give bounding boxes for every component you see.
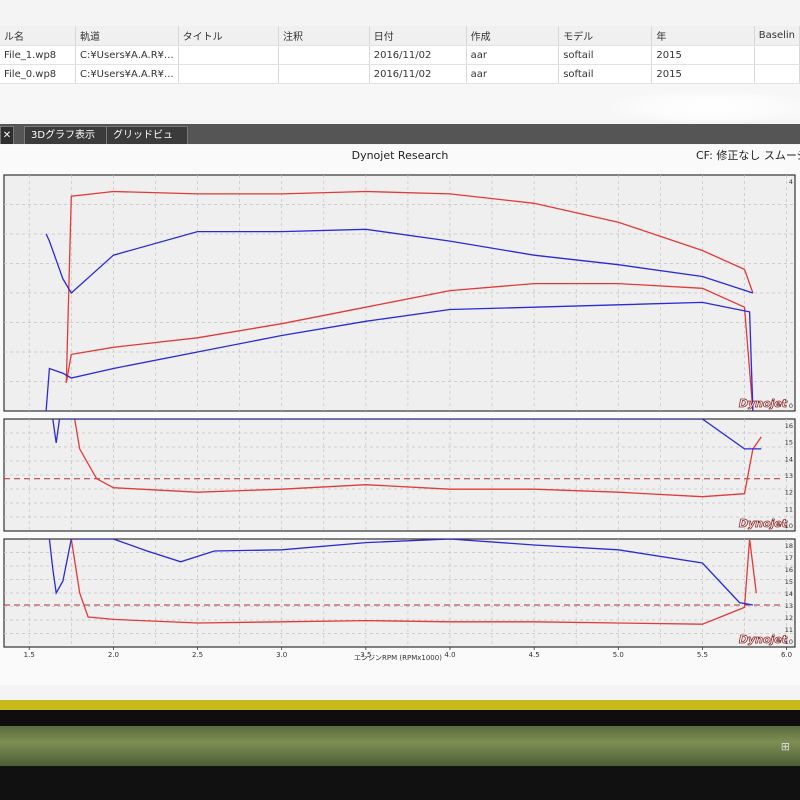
cell-date: 2016/11/02 xyxy=(369,45,467,65)
y-tick-label: 14 xyxy=(785,455,793,463)
cell-model: softail xyxy=(558,45,653,65)
x-tick-label: 5.5 xyxy=(697,651,708,659)
y-tick-label: 12 xyxy=(785,489,793,497)
dynojet-logo: Dynojet xyxy=(739,633,788,646)
cell-filename: File_0.wp8 xyxy=(0,64,76,84)
x-tick-label: 1.5 xyxy=(24,651,35,659)
monitor-bezel xyxy=(0,766,800,800)
cell-created-by: aar xyxy=(466,64,560,84)
cell-baseline xyxy=(754,64,800,84)
x-tick-label: 2.5 xyxy=(192,651,203,659)
y-tick-label: 14 xyxy=(785,590,793,598)
cell-year: 2015 xyxy=(651,64,755,84)
column-note[interactable]: 注釈 xyxy=(278,26,370,46)
cell-path: C:¥Users¥A.A.R¥... xyxy=(75,45,179,65)
y-tick-label: 0 xyxy=(789,402,793,410)
afr-chart-2: 181716151413121110Dynojet xyxy=(3,538,796,648)
column-year[interactable]: 年 xyxy=(651,26,755,46)
y-tick-label: 13 xyxy=(785,472,793,480)
y-tick-label: 13 xyxy=(785,602,793,610)
column-baseline[interactable]: Baselin xyxy=(754,26,800,46)
cell-created-by: aar xyxy=(466,45,560,65)
cell-baseline xyxy=(754,45,800,65)
tab-grid-view[interactable]: グリッドビュー xyxy=(106,126,188,158)
y-tick-label: 11 xyxy=(785,505,793,513)
cell-year: 2015 xyxy=(651,45,755,65)
y-tick-label: 15 xyxy=(785,439,793,447)
column-path[interactable]: 軌道 xyxy=(75,26,179,46)
cell-path: C:¥Users¥A.A.R¥... xyxy=(75,64,179,84)
dyno-charts[interactable]: 40Dynojet 16151413121110Dynojet 18171615… xyxy=(0,145,800,685)
y-tick-label: 4 xyxy=(789,178,793,186)
cell-note xyxy=(278,64,370,84)
x-tick-label: 4.5 xyxy=(529,651,540,659)
system-tray-icon[interactable]: ⊞ xyxy=(781,740,790,753)
screen-bottom-strip xyxy=(0,700,800,710)
y-tick-label: 17 xyxy=(785,554,793,562)
y-tick-label: 16 xyxy=(785,566,793,574)
table-row[interactable]: File_1.wp8 C:¥Users¥A.A.R¥... 2016/11/02… xyxy=(0,45,800,65)
column-filename[interactable]: ル名 xyxy=(0,26,76,46)
column-date[interactable]: 日付 xyxy=(369,26,467,46)
screen-glare xyxy=(610,90,800,124)
file-table: ル名 軌道 タイトル 注釈 日付 作成 モデル 年 Baselin File_1… xyxy=(0,26,800,84)
file-table-header: ル名 軌道 タイトル 注釈 日付 作成 モデル 年 Baselin xyxy=(0,26,800,46)
cell-title xyxy=(178,45,280,65)
cell-note xyxy=(278,45,370,65)
table-row[interactable]: File_0.wp8 C:¥Users¥A.A.R¥... 2016/11/02… xyxy=(0,64,800,84)
power-torque-chart: 4 0Dynojet xyxy=(3,174,796,412)
screen-bottom-edge xyxy=(0,710,800,726)
column-title[interactable]: タイトル xyxy=(178,26,280,46)
column-created-by[interactable]: 作成 xyxy=(466,26,560,46)
x-axis-label: エンジンRPM (RPMx1000) xyxy=(354,654,442,662)
tab-3d-graph[interactable]: 3Dグラフ表示 xyxy=(24,126,114,144)
column-model[interactable]: モデル xyxy=(558,26,653,46)
y-tick-label: 16 xyxy=(785,422,793,430)
x-tick-label: 4.0 xyxy=(444,651,455,659)
dynojet-logo: Dynojet xyxy=(739,517,788,530)
x-tick-label: 6.0 xyxy=(781,651,792,659)
monitor-screen: ル名 軌道 タイトル 注釈 日付 作成 モデル 年 Baselin File_1… xyxy=(0,0,800,700)
cell-model: softail xyxy=(558,64,653,84)
y-tick-label: 18 xyxy=(785,542,793,550)
x-tick-label: 3.0 xyxy=(276,651,287,659)
graph-tab-bar: ✕ 3Dグラフ表示 グリッドビュー xyxy=(0,124,800,158)
graph-panel: Dynojet Research CF: 修正なし スムージン 40Dynoje… xyxy=(0,145,800,685)
taskbar-area xyxy=(0,726,800,766)
close-tab-icon[interactable]: ✕ xyxy=(0,126,14,144)
x-tick-label: 2.0 xyxy=(108,651,119,659)
cell-title xyxy=(178,64,280,84)
y-tick-label: 12 xyxy=(785,614,793,622)
cell-date: 2016/11/02 xyxy=(369,64,467,84)
y-tick-label: 15 xyxy=(785,578,793,586)
x-tick-label: 5.0 xyxy=(613,651,624,659)
dynojet-logo: Dynojet xyxy=(739,397,788,410)
cell-filename: File_1.wp8 xyxy=(0,45,76,65)
afr-chart-1: 16151413121110Dynojet xyxy=(3,418,796,532)
